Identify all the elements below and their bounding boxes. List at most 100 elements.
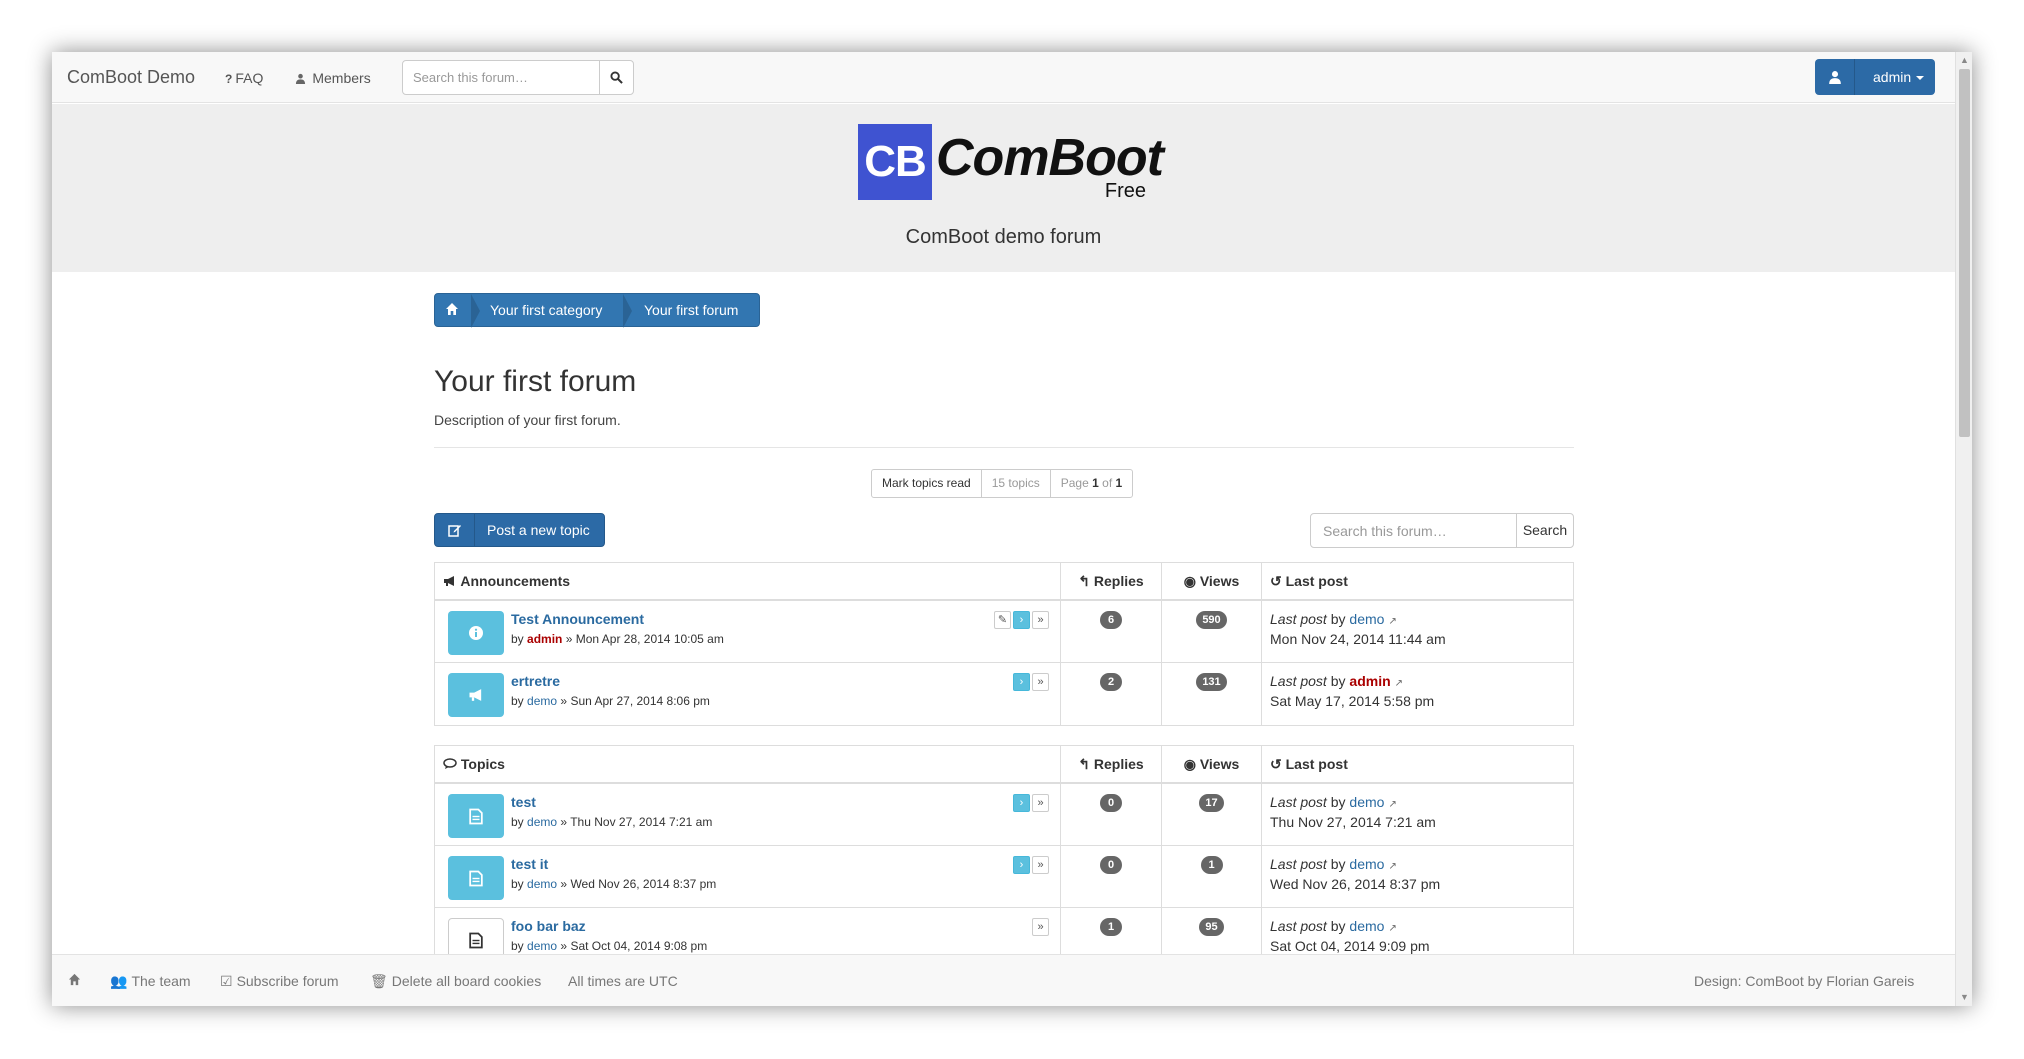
topic-row[interactable]: test it by demo » Wed Nov 26, 2014 8:37 … [435,846,1573,908]
replies-badge: 1 [1100,918,1122,936]
topic-row[interactable]: Test Announcement by admin » Mon Apr 28,… [435,601,1573,663]
topic-author-link[interactable]: demo [527,815,557,829]
topic-title-link[interactable]: foo bar baz [511,918,586,934]
last-page-icon[interactable]: » [1032,856,1049,874]
topic-mini-buttons: › » [1011,794,1049,812]
last-page-icon[interactable]: » [1032,673,1049,691]
last-post-author-link[interactable]: demo [1349,794,1384,810]
views-cell: 590 [1162,601,1262,662]
newest-post-icon[interactable]: › [1013,611,1030,629]
last-page-icon[interactable]: » [1032,794,1049,812]
topics-heading: Topics [435,746,1061,782]
search-icon [610,71,623,84]
views-badge: 1 [1200,856,1223,874]
home-icon [446,303,458,315]
replies-column-header: ↰ Replies [1061,563,1162,599]
vertical-scrollbar[interactable]: ▲ ▼ [1955,52,1972,1006]
newest-post-icon[interactable]: › [1013,856,1030,874]
meta-separator: » [560,939,568,953]
views-badge: 95 [1199,918,1224,936]
replies-badge: 0 [1100,856,1122,874]
footer-home-link[interactable] [68,973,81,989]
members-link[interactable]: Members [295,70,371,86]
eye-icon: ◉ [1183,756,1196,772]
meta-separator: » [560,877,568,891]
last-post-date: Sat Oct 04, 2014 9:09 pm [1270,938,1430,954]
topic-row[interactable]: test by demo » Thu Nov 27, 2014 7:21 am … [435,784,1573,846]
brand-link[interactable]: ComBoot Demo [67,67,195,88]
newest-post-icon[interactable]: › [1013,794,1030,812]
post-new-topic-button[interactable]: Post a new topic [434,513,605,547]
topic-author-link[interactable]: admin [527,632,562,646]
breadcrumb-category[interactable]: Your first category [490,302,602,318]
last-post-cell: Last post by demo ↗ Thu Nov 27, 2014 7:21… [1262,784,1573,845]
topic-title-link[interactable]: test [511,794,536,810]
forum-search-input[interactable] [1311,514,1517,547]
goto-post-icon[interactable]: ↗ [1388,923,1396,934]
by-label: by [511,632,524,646]
topic-title-link[interactable]: Test Announcement [511,611,644,627]
last-post-column-header: ↺ Last post [1262,746,1573,782]
last-post-date: Thu Nov 27, 2014 7:21 am [1270,814,1436,830]
topic-date: Mon Apr 28, 2014 10:05 am [575,632,724,646]
topic-title-link[interactable]: test it [511,856,548,872]
goto-post-icon[interactable]: ↗ [1395,678,1403,689]
replies-cell: 0 [1061,784,1162,845]
screenshot-backdrop: ComBoot Demo ?FAQ Members admin CB ComBo… [0,0,2024,1059]
last-post-prefix: Last post [1270,673,1327,689]
by-label: by [1330,611,1346,627]
forum-search-button[interactable]: Search [1517,514,1573,547]
faq-link[interactable]: ? FAQ [225,70,263,86]
delete-cookies-link[interactable]: 🗑 Delete all board cookies [370,973,541,990]
newest-post-icon[interactable]: › [1013,673,1030,691]
logo-edition: Free [1104,180,1146,202]
last-page-icon[interactable]: » [1032,918,1049,936]
topic-meta: by demo » Sat Oct 04, 2014 9:08 pm [511,939,707,953]
user-menu-button[interactable]: admin [1815,59,1935,95]
file-icon [448,856,504,900]
design-credit[interactable]: Design: ComBoot by Florian Gareis [1694,973,1914,989]
breadcrumb-forum[interactable]: Your first forum [644,302,738,318]
goto-post-icon[interactable]: ↗ [1388,616,1396,627]
logo-name: ComBoot [936,129,1164,187]
team-label: The team [131,973,191,989]
replies-badge: 6 [1100,611,1122,629]
meta-separator: » [560,694,568,708]
topic-title-link[interactable]: ertretre [511,673,560,689]
goto-post-icon[interactable]: ↗ [1388,799,1396,810]
last-post-author-link[interactable]: demo [1349,611,1384,627]
nav-search-button[interactable] [600,61,633,94]
by-label: by [1330,856,1346,872]
topic-author-link[interactable]: demo [527,877,557,891]
subscribe-forum-link[interactable]: ☑ Subscribe forum [220,973,339,990]
last-post-line: Last post by demo ↗ [1270,856,1397,872]
last-post-author-link[interactable]: admin [1349,673,1390,689]
replies-cell: 0 [1061,846,1162,907]
last-post-author-link[interactable]: demo [1349,918,1384,934]
caret-down-icon [1916,76,1925,81]
topic-author-link[interactable]: demo [527,694,557,708]
last-post-cell: Last post by demo ↗ Wed Nov 26, 2014 8:37… [1262,846,1573,907]
mark-topics-read-link[interactable]: Mark topics read [872,470,982,497]
scroll-down-arrow[interactable]: ▼ [1956,989,1972,1006]
topic-date: Thu Nov 27, 2014 7:21 am [570,815,713,829]
topic-author-link[interactable]: demo [527,939,557,953]
divider [434,447,1574,448]
forum-description: Description of your first forum. [434,412,621,428]
last-post-author-link[interactable]: demo [1349,856,1384,872]
goto-post-icon[interactable]: ↗ [1388,861,1396,872]
last-page-icon[interactable]: » [1032,611,1049,629]
site-header: CB ComBoot Free ComBoot demo forum [52,104,1955,272]
site-logo[interactable]: CB ComBoot Free [858,124,1164,204]
views-column-header: ◉ Views [1162,563,1262,599]
announcements-heading-label: Announcements [460,573,571,589]
team-link[interactable]: 👥 The team [110,973,191,990]
scroll-up-arrow[interactable]: ▲ [1956,52,1972,69]
nav-search-input[interactable] [403,61,600,94]
topic-row[interactable]: ertretre by demo » Sun Apr 27, 2014 8:06… [435,663,1573,725]
scrollbar-thumb[interactable] [1959,69,1970,437]
views-cell: 131 [1162,663,1262,725]
breadcrumb-home[interactable] [445,302,459,319]
replies-cell: 6 [1061,601,1162,662]
timezone-note: All times are UTC [568,973,678,989]
